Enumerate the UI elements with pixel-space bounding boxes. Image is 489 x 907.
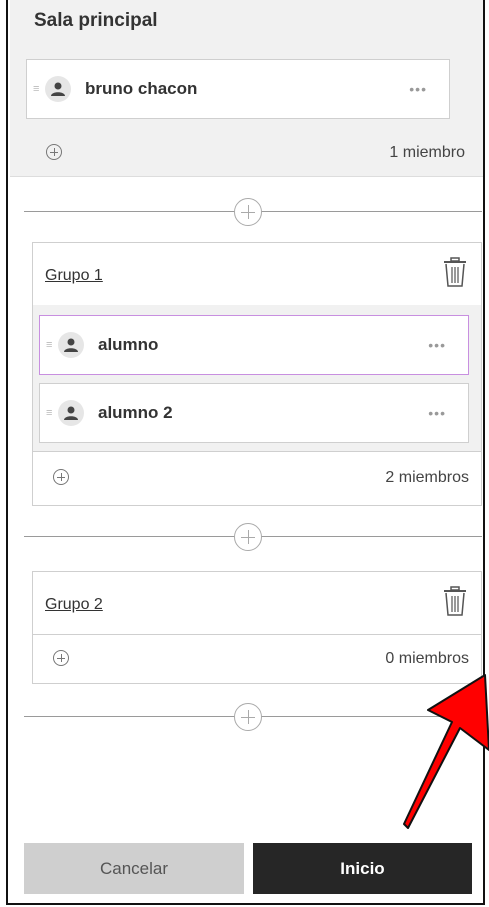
drag-handle-icon[interactable]: ≡ — [46, 407, 52, 419]
group-members-area: ≡ alumno ••• ≡ alumno 2 ••• — [33, 305, 481, 452]
add-member-row: 0 miembros — [33, 646, 481, 672]
trash-icon[interactable] — [443, 257, 467, 287]
add-group-button[interactable] — [234, 523, 262, 551]
more-options-icon[interactable]: ••• — [428, 337, 446, 353]
more-options-icon[interactable]: ••• — [409, 81, 427, 97]
member-card[interactable]: ≡ alumno 2 ••• — [39, 383, 469, 443]
add-group-button[interactable] — [234, 198, 262, 226]
member-name: alumno 2 — [98, 403, 173, 422]
group-name-link[interactable]: Grupo 1 — [45, 267, 103, 285]
group-card: Grupo 1 ≡ alumno ••• ≡ alumno 2 ••• 2 mi… — [32, 242, 482, 506]
add-member-row: 2 miembros — [33, 463, 481, 489]
drag-handle-icon[interactable]: ≡ — [46, 339, 52, 351]
member-count: 1 miembro — [389, 144, 465, 161]
member-count: 2 miembros — [385, 469, 469, 486]
trash-icon[interactable] — [443, 586, 467, 616]
member-name: bruno chacon — [85, 79, 198, 98]
start-button[interactable]: Inicio — [253, 843, 472, 894]
add-circle-icon[interactable] — [46, 144, 62, 160]
cancel-button[interactable]: Cancelar — [24, 843, 244, 894]
member-name: alumno — [98, 335, 159, 354]
group-name-link[interactable]: Grupo 2 — [45, 596, 103, 614]
annotation-arrow-icon — [403, 674, 489, 829]
group-header: Grupo 1 — [33, 243, 481, 306]
member-count: 0 miembros — [385, 650, 469, 667]
add-circle-icon[interactable] — [53, 650, 69, 666]
main-room-section: Sala principal ≡ bruno chacon ••• 1 miem… — [10, 0, 483, 177]
member-card[interactable]: ≡ bruno chacon ••• — [26, 59, 450, 119]
user-avatar-icon — [45, 76, 71, 102]
drag-handle-icon[interactable]: ≡ — [33, 83, 39, 95]
add-member-row: 1 miembro — [10, 140, 483, 166]
user-avatar-icon — [58, 332, 84, 358]
more-options-icon[interactable]: ••• — [428, 405, 446, 421]
member-card[interactable]: ≡ alumno ••• — [39, 315, 469, 375]
group-card: Grupo 2 0 miembros — [32, 571, 482, 684]
group-header: Grupo 2 — [33, 572, 481, 635]
main-room-title: Sala principal — [34, 10, 158, 31]
add-circle-icon[interactable] — [53, 469, 69, 485]
user-avatar-icon — [58, 400, 84, 426]
add-group-button[interactable] — [234, 703, 262, 731]
